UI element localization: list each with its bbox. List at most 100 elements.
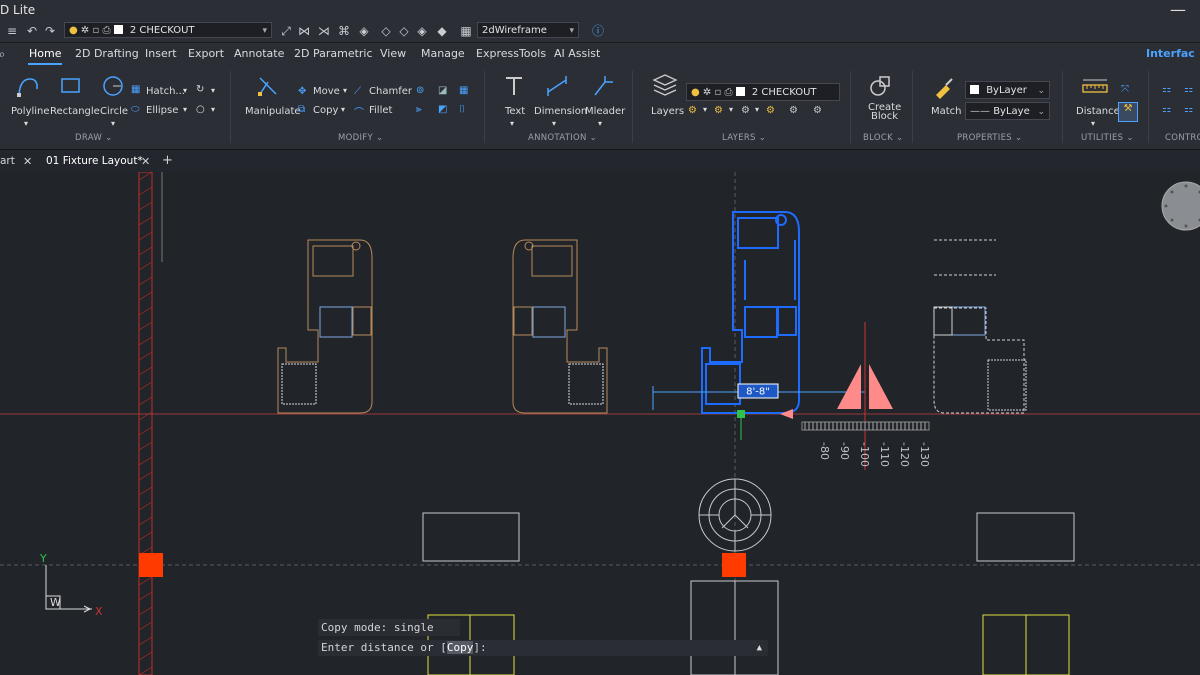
layers-label[interactable]: Layers — [651, 106, 684, 117]
layer-state-icon[interactable]: ⋊ — [316, 23, 332, 39]
copy-icon[interactable]: ⧉ — [298, 104, 305, 115]
layer-match-icon[interactable]: ⌘ — [336, 23, 352, 39]
undo-icon[interactable]: ↶ — [24, 23, 40, 39]
layer-combo[interactable]: ● ✲ ▫ ⎙ 2 CHECKOUT ▾ — [64, 22, 272, 38]
command-line[interactable]: Enter distance or [Copy]: ▲ — [318, 640, 768, 656]
id-point-icon[interactable]: ⤧ — [1121, 84, 1129, 95]
chevron-down-icon[interactable]: ▾ — [510, 119, 514, 128]
tab-expresstools[interactable]: ExpressTools — [476, 47, 546, 60]
match-label[interactable]: Match — [931, 106, 962, 117]
mleader-icon[interactable] — [591, 74, 615, 98]
cube-view-icon[interactable]: ◇ — [396, 23, 412, 39]
chevron-down-icon[interactable]: ▾ — [111, 119, 115, 128]
point-icon[interactable]: ○ — [196, 104, 205, 115]
tab-insert[interactable]: Insert — [145, 47, 177, 60]
block-group-label[interactable]: BLOCK ⌄ — [863, 133, 903, 143]
properties-group-label[interactable]: PROPERTIES ⌄ — [957, 133, 1022, 143]
ellipse-icon[interactable]: ⬭ — [131, 104, 140, 115]
chevron-down-icon[interactable]: ▾ — [729, 105, 733, 114]
chevron-down-icon[interactable]: ▾ — [24, 119, 28, 128]
close-icon[interactable]: ✕ — [23, 155, 32, 168]
tab-manage[interactable]: Manage — [421, 47, 465, 60]
layer-lock-icon[interactable]: ⚙ — [741, 105, 750, 116]
hatch-icon[interactable]: ▦ — [131, 84, 140, 95]
tab-2d-drafting[interactable]: 2D Drafting — [75, 47, 139, 60]
cube-side-icon[interactable]: ◆ — [434, 23, 450, 39]
fillet-label[interactable]: Fillet — [369, 105, 392, 116]
tab-annotate[interactable]: Annotate — [234, 47, 284, 60]
draw-group-label[interactable]: DRAW ⌄ — [75, 133, 113, 143]
search-icon[interactable]: ⌕ — [0, 46, 10, 62]
linetype-dropdown[interactable]: —— ByLaye ⌄ — [965, 102, 1050, 120]
tab-ai-assist[interactable]: AI Assist — [554, 47, 600, 60]
control-icon-1[interactable]: ⚏ — [1162, 84, 1171, 95]
ellipse-label[interactable]: Ellipse — [146, 105, 178, 116]
tab-view[interactable]: View — [380, 47, 406, 60]
polyline-icon[interactable] — [16, 75, 40, 97]
utilities-group-label[interactable]: UTILITIES ⌄ — [1081, 133, 1134, 143]
control-icon-3[interactable]: ⚏ — [1162, 104, 1171, 115]
move-icon[interactable]: ✥ — [298, 86, 306, 97]
chevron-down-icon[interactable]: ▾ — [755, 105, 759, 114]
control-icon-2[interactable]: ⚏ — [1184, 84, 1193, 95]
quick-select-icon[interactable]: ⚒ — [1118, 102, 1138, 122]
tab-export[interactable]: Export — [188, 47, 224, 60]
layer-off-icon[interactable]: ⚙ — [789, 105, 798, 116]
tab-home[interactable]: Home — [29, 47, 61, 60]
chevron-up-icon[interactable]: ▲ — [757, 640, 762, 656]
start-tab[interactable]: art — [0, 155, 15, 167]
control-icon-4[interactable]: ⚏ — [1184, 104, 1193, 115]
chevron-down-icon[interactable]: ▾ — [343, 86, 347, 95]
close-icon[interactable]: ✕ — [141, 155, 150, 168]
chevron-down-icon[interactable]: ▾ — [183, 105, 187, 114]
copy-label[interactable]: Copy — [313, 105, 338, 116]
chevron-down-icon[interactable]: ▾ — [703, 105, 707, 114]
trim-icon[interactable]: ◩ — [438, 104, 447, 115]
manipulate-label[interactable]: Manipulate — [245, 106, 301, 117]
visual-style-combo[interactable]: 2dWireframe ▾ — [477, 22, 579, 38]
layers-icon[interactable] — [652, 74, 678, 98]
control-group-label[interactable]: CONTRO — [1165, 133, 1200, 143]
chevron-down-icon[interactable]: ▾ — [1091, 119, 1095, 128]
drawing-canvas[interactable]: 8'-8" -80 -90 -100 -110 -120 -130 Y W X — [0, 172, 1200, 675]
chevron-down-icon[interactable]: ▾ — [341, 105, 345, 114]
layer-isolate-icon[interactable]: ⚙ — [813, 105, 822, 116]
scale-icon[interactable]: ◪ — [438, 85, 447, 96]
help-icon[interactable]: ⓘ — [590, 23, 606, 39]
fillet-icon[interactable]: ⌒ — [354, 104, 364, 119]
text-label[interactable]: Text — [505, 106, 525, 117]
create-block-label-2[interactable]: Block — [871, 111, 898, 122]
rectangle-label[interactable]: Rectangle — [50, 106, 100, 117]
chevron-down-icon[interactable]: ▾ — [211, 105, 215, 114]
revcloud-icon[interactable]: ↻ — [196, 84, 204, 95]
move-label[interactable]: Move — [313, 86, 340, 97]
chamfer-label[interactable]: Chamfer — [369, 86, 412, 97]
viewport-icon[interactable]: ▦ — [458, 23, 474, 39]
pick-layer-icon[interactable]: ⤢ — [278, 23, 294, 39]
explode-icon[interactable]: ⌷ — [459, 104, 465, 115]
circle-icon[interactable] — [101, 74, 125, 98]
layer-iso-icon[interactable]: ◈ — [356, 23, 372, 39]
chevron-down-icon[interactable]: ▾ — [552, 119, 556, 128]
layer-freeze-icon[interactable]: ⚙ — [714, 105, 723, 116]
modify-group-label[interactable]: MODIFY ⌄ — [338, 133, 383, 143]
text-icon[interactable] — [502, 74, 526, 98]
tab-2d-parametric[interactable]: 2D Parametric — [294, 47, 373, 60]
array-icon[interactable]: ▦ — [459, 85, 468, 96]
annotation-group-label[interactable]: ANNOTATION ⌄ — [528, 133, 597, 143]
layer-dropdown[interactable]: ● ✲ ▫ ⎙ 2 CHECKOUT — [686, 83, 840, 101]
layer-walk-icon[interactable]: ⚙ — [766, 105, 775, 116]
redo-icon[interactable]: ↷ — [42, 23, 58, 39]
dimension-label[interactable]: Dimension — [534, 106, 587, 117]
mleader-label[interactable]: Mleader — [585, 106, 625, 117]
distance-icon[interactable] — [1082, 76, 1108, 96]
hatch-label[interactable]: Hatch... — [146, 86, 185, 97]
interface-link[interactable]: Interfac — [1146, 47, 1195, 60]
color-dropdown[interactable]: ByLayer ⌄ — [965, 81, 1050, 99]
dimension-icon[interactable] — [545, 74, 569, 98]
layer-on-icon[interactable]: ⚙ — [688, 105, 697, 116]
layers-group-label[interactable]: LAYERS ⌄ — [722, 133, 766, 143]
chevron-down-icon[interactable]: ▾ — [211, 86, 215, 95]
distance-label[interactable]: Distance — [1076, 106, 1120, 117]
create-block-icon[interactable] — [869, 74, 893, 98]
